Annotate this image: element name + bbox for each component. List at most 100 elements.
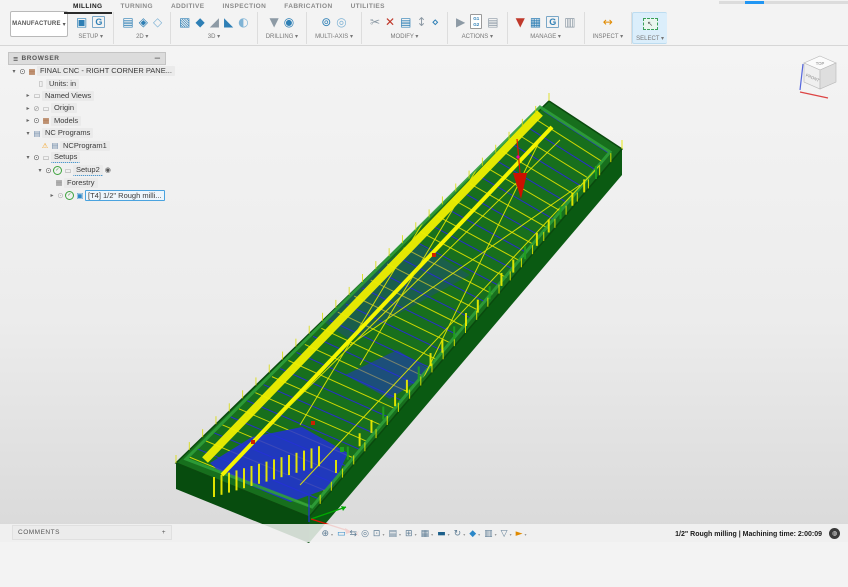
tree-row-setup2[interactable]: ▾ ⊙ ✓ ▭ Setup2 ◉ <box>8 164 166 176</box>
parallel-icon[interactable]: ◢ <box>210 16 219 28</box>
viewcube[interactable]: TOP FRONT <box>794 52 844 104</box>
steep-shallow-icon[interactable]: ◣ <box>224 16 233 28</box>
visibility-eye-icon[interactable]: ⊙ <box>56 191 65 200</box>
visibility-eye-icon[interactable]: ⊙ <box>32 116 41 125</box>
swarf-icon[interactable]: ⊚ <box>321 16 331 28</box>
tree-label[interactable]: Units: in <box>46 79 79 89</box>
tree-row-forestry[interactable]: ▦ Forestry <box>8 177 166 189</box>
group-modify-label[interactable]: MODIFY ▾ <box>370 33 439 40</box>
setup-sheet-icon[interactable]: ▤ <box>487 16 498 28</box>
comments-bar[interactable]: COMMENTS + <box>12 525 172 540</box>
expand-icon[interactable]: ▾ <box>10 68 18 75</box>
tree-row-operation-t4[interactable]: ▸ ⊙ ✓ ▣ [T4] 1/2" Rough milli... <box>8 189 166 201</box>
expand-icon[interactable]: ▸ <box>24 105 32 112</box>
edit-icon[interactable]: ▤ <box>400 16 411 28</box>
window-zoom-icon[interactable]: ⊡ <box>373 528 381 540</box>
screen-icon[interactable]: ▥ <box>484 528 493 540</box>
tree-label[interactable]: Named Views <box>42 91 94 101</box>
simulate-icon[interactable]: ▶ <box>456 16 465 28</box>
add-comment-icon[interactable]: + <box>162 529 166 536</box>
tree-row-named-views[interactable]: ▸ ▭ Named Views <box>8 90 166 102</box>
orbit-icon[interactable]: ↻ <box>454 528 462 540</box>
toolbar: MANUFACTURE ▾ MILLING TURNING ADDITIVE I… <box>0 0 848 46</box>
tree-row-ncprogram1[interactable]: ⚠ ▤ NCProgram1 <box>8 139 166 151</box>
flow-icon[interactable]: ◎ <box>336 16 346 28</box>
pan-icon[interactable]: ⇆ <box>350 528 358 540</box>
markup-icon[interactable]: ► <box>516 528 523 540</box>
workspace-selector-button[interactable]: MANUFACTURE ▾ <box>10 11 68 37</box>
face-icon[interactable]: ▤ <box>122 16 133 28</box>
tree-row-models[interactable]: ▸ ⊙ ▦ Models <box>8 115 166 127</box>
bore-icon[interactable]: ◉ <box>284 16 294 28</box>
visibility-eye-icon[interactable]: ⊙ <box>18 67 27 76</box>
group-manage-label[interactable]: MANAGE ▾ <box>516 33 576 40</box>
delete-toolpath-icon[interactable]: ✕ <box>385 16 395 28</box>
pocket-2d-icon[interactable]: ◈ <box>139 16 148 28</box>
tree-label[interactable]: NC Programs <box>42 128 93 138</box>
tree-label[interactable]: Origin <box>51 103 77 113</box>
fit-icon[interactable]: ▭ <box>337 528 346 540</box>
layout-icon[interactable]: ▬ <box>437 528 446 540</box>
app-status-icon[interactable]: ◍ <box>829 528 840 539</box>
slot-icon[interactable]: ◇ <box>153 16 162 28</box>
post-process-icon[interactable]: G1 G2 <box>470 14 482 28</box>
pan-orbit-icon[interactable]: ⊕ <box>321 528 329 540</box>
trim-icon[interactable]: ✂ <box>370 16 380 28</box>
tree-label[interactable]: Models <box>51 116 81 126</box>
plunge-icon[interactable]: ↕ <box>416 16 426 28</box>
look-at-icon[interactable]: ◆ <box>469 528 476 540</box>
tree-label[interactable]: Setups <box>51 152 80 163</box>
tree-row-origin[interactable]: ▸ ⊘ ▭ Origin <box>8 102 166 114</box>
scallop-icon[interactable]: ◐ <box>238 16 248 28</box>
tree-label-selected[interactable]: [T4] 1/2" Rough milli... <box>85 190 165 201</box>
expand-icon[interactable]: ▾ <box>24 130 32 137</box>
visibility-eye-icon[interactable]: ⊙ <box>44 166 53 175</box>
group-3d-label[interactable]: 3D ▾ <box>179 33 249 40</box>
tree-label[interactable]: Forestry <box>64 178 98 188</box>
group-multiaxis-label[interactable]: MULTI-AXIS ▾ <box>315 33 353 40</box>
drill-icon[interactable]: ▼ <box>270 16 279 28</box>
group-setup-label[interactable]: SETUP ▾ <box>76 33 105 40</box>
tool-library-icon[interactable]: ▼ <box>516 16 525 28</box>
pocket-clearing-icon[interactable]: ◆ <box>196 16 205 28</box>
tree-row-root[interactable]: ▾ ⊙ ▦ FINAL CNC - RIGHT CORNER PANE... <box>8 65 166 77</box>
templates-icon[interactable]: ▥ <box>564 16 575 28</box>
tree-label[interactable]: NCProgram1 <box>60 141 110 151</box>
expand-icon[interactable]: ▸ <box>48 192 56 199</box>
tree-label[interactable]: Setup2 <box>73 165 103 176</box>
visibility-eye-icon[interactable]: ⊙ <box>32 153 41 162</box>
tree-label[interactable]: FINAL CNC - RIGHT CORNER PANE... <box>37 66 175 76</box>
tree-row-units[interactable]: ▯ Units: in <box>8 77 166 89</box>
tree-row-nc-programs[interactable]: ▾ ▤ NC Programs <box>8 127 166 139</box>
group-inspect-label[interactable]: INSPECT ▾ <box>593 33 624 40</box>
toolbar-overflow-scrollbar[interactable] <box>719 1 848 4</box>
group-actions-label[interactable]: ACTIONS ▾ <box>456 33 499 40</box>
group-2d-label[interactable]: 2D ▾ <box>122 33 162 40</box>
visibility-filter-icon[interactable]: ▽ <box>501 528 508 540</box>
gcode-editor-icon[interactable]: G <box>546 16 559 28</box>
zoom-icon[interactable]: ◎ <box>361 528 369 540</box>
expand-icon[interactable]: ▸ <box>24 92 32 99</box>
pattern-icon[interactable]: ⋄ <box>432 16 440 28</box>
measure-icon[interactable]: ↔ <box>603 16 613 28</box>
browser-header[interactable]: ≡ BROWSER — <box>8 52 166 65</box>
adaptive-clearing-icon[interactable]: ▧ <box>179 16 190 28</box>
scrollbar-thumb[interactable] <box>745 1 764 4</box>
active-setup-radio-icon[interactable]: ◉ <box>105 166 111 174</box>
ncprogram-icon[interactable]: G <box>92 16 105 28</box>
group-drilling-label[interactable]: DRILLING ▾ <box>266 33 298 40</box>
display-settings-icon[interactable]: ▤ <box>388 528 397 540</box>
viewports-icon[interactable]: ▦ <box>421 528 430 540</box>
browser-collapse-icon[interactable]: — <box>154 55 161 62</box>
select-icon[interactable]: ↖ <box>643 18 658 30</box>
expand-icon[interactable]: ▸ <box>24 117 32 124</box>
visibility-eye-off-icon[interactable]: ⊘ <box>32 104 41 113</box>
expand-icon[interactable]: ▾ <box>36 167 44 174</box>
expand-icon[interactable]: ▾ <box>24 154 32 161</box>
group-select-label[interactable]: SELECT ▾ <box>636 35 664 42</box>
new-setup-icon[interactable]: ▣ <box>76 16 87 28</box>
grid-icon[interactable]: ⊞ <box>405 528 413 540</box>
browser-menu-icon[interactable]: ≡ <box>13 55 19 63</box>
machine-library-icon[interactable]: ▦ <box>530 16 541 28</box>
tree-row-setups[interactable]: ▾ ⊙ ▭ Setups <box>8 152 166 164</box>
